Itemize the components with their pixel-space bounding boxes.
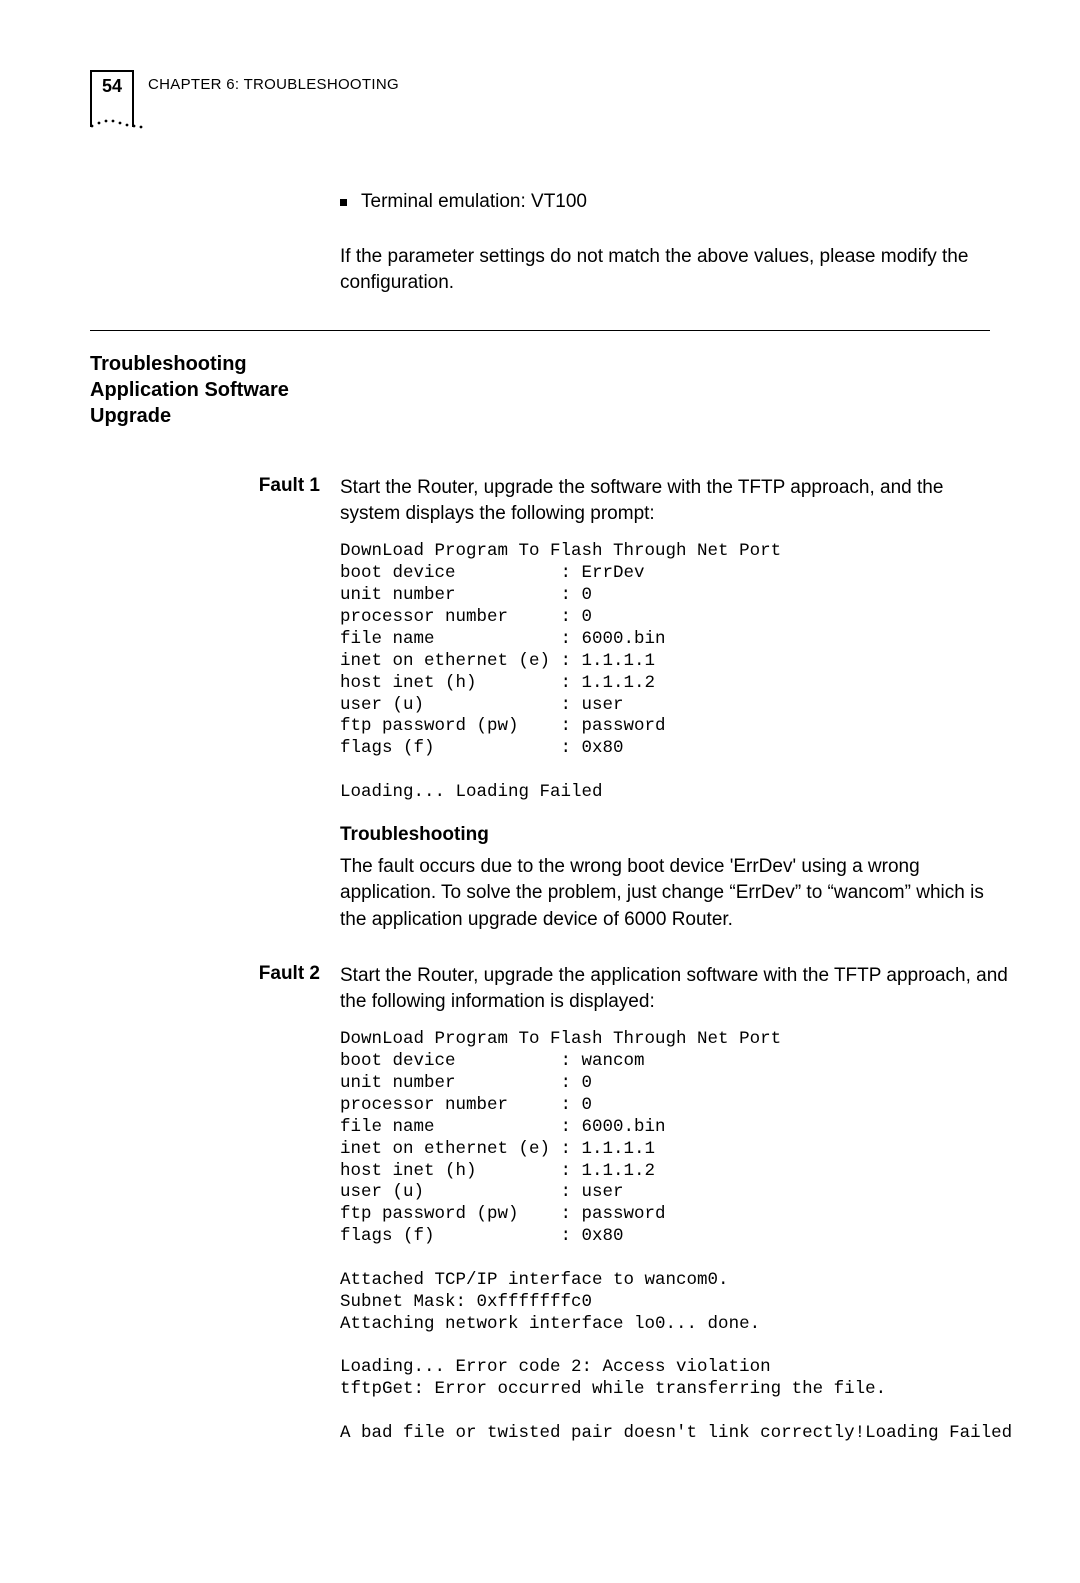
- section-heading: Troubleshooting Application Software Upg…: [90, 351, 360, 429]
- bullet-item: Terminal emulation: VT100: [340, 189, 990, 216]
- fault-1-terminal: DownLoad Program To Flash Through Net Po…: [340, 541, 990, 804]
- page-number: 54: [102, 76, 122, 96]
- decorative-dots-icon: [88, 115, 148, 129]
- fault-2-label: Fault 2: [90, 963, 340, 1463]
- fault-2-intro: Start the Router, upgrade the applicatio…: [340, 963, 1012, 1015]
- section-divider: [90, 330, 990, 331]
- running-head: 54 CHAPTER 6: TROUBLESHOOTING: [90, 70, 990, 127]
- config-note: If the parameter settings do not match t…: [340, 244, 990, 296]
- page: 54 CHAPTER 6: TROUBLESHOOTING Terminal e…: [0, 0, 1080, 1583]
- fault-1-intro: Start the Router, upgrade the software w…: [340, 475, 990, 527]
- fault-1-label: Fault 1: [90, 475, 340, 933]
- bullet-text: Terminal emulation: VT100: [361, 189, 587, 216]
- section-heading-row: Troubleshooting Application Software Upg…: [90, 351, 990, 429]
- page-number-box: 54: [90, 70, 134, 127]
- fault-1-troubleshooting-text: The fault occurs due to the wrong boot d…: [340, 854, 990, 933]
- bullet-icon: [340, 199, 347, 206]
- fault-2: Fault 2 Start the Router, upgrade the ap…: [90, 963, 990, 1463]
- chapter-header: CHAPTER 6: TROUBLESHOOTING: [148, 70, 399, 93]
- fault-1: Fault 1 Start the Router, upgrade the so…: [90, 475, 990, 933]
- fault-1-troubleshooting-heading: Troubleshooting: [340, 822, 990, 848]
- fault-2-terminal: DownLoad Program To Flash Through Net Po…: [340, 1029, 1012, 1445]
